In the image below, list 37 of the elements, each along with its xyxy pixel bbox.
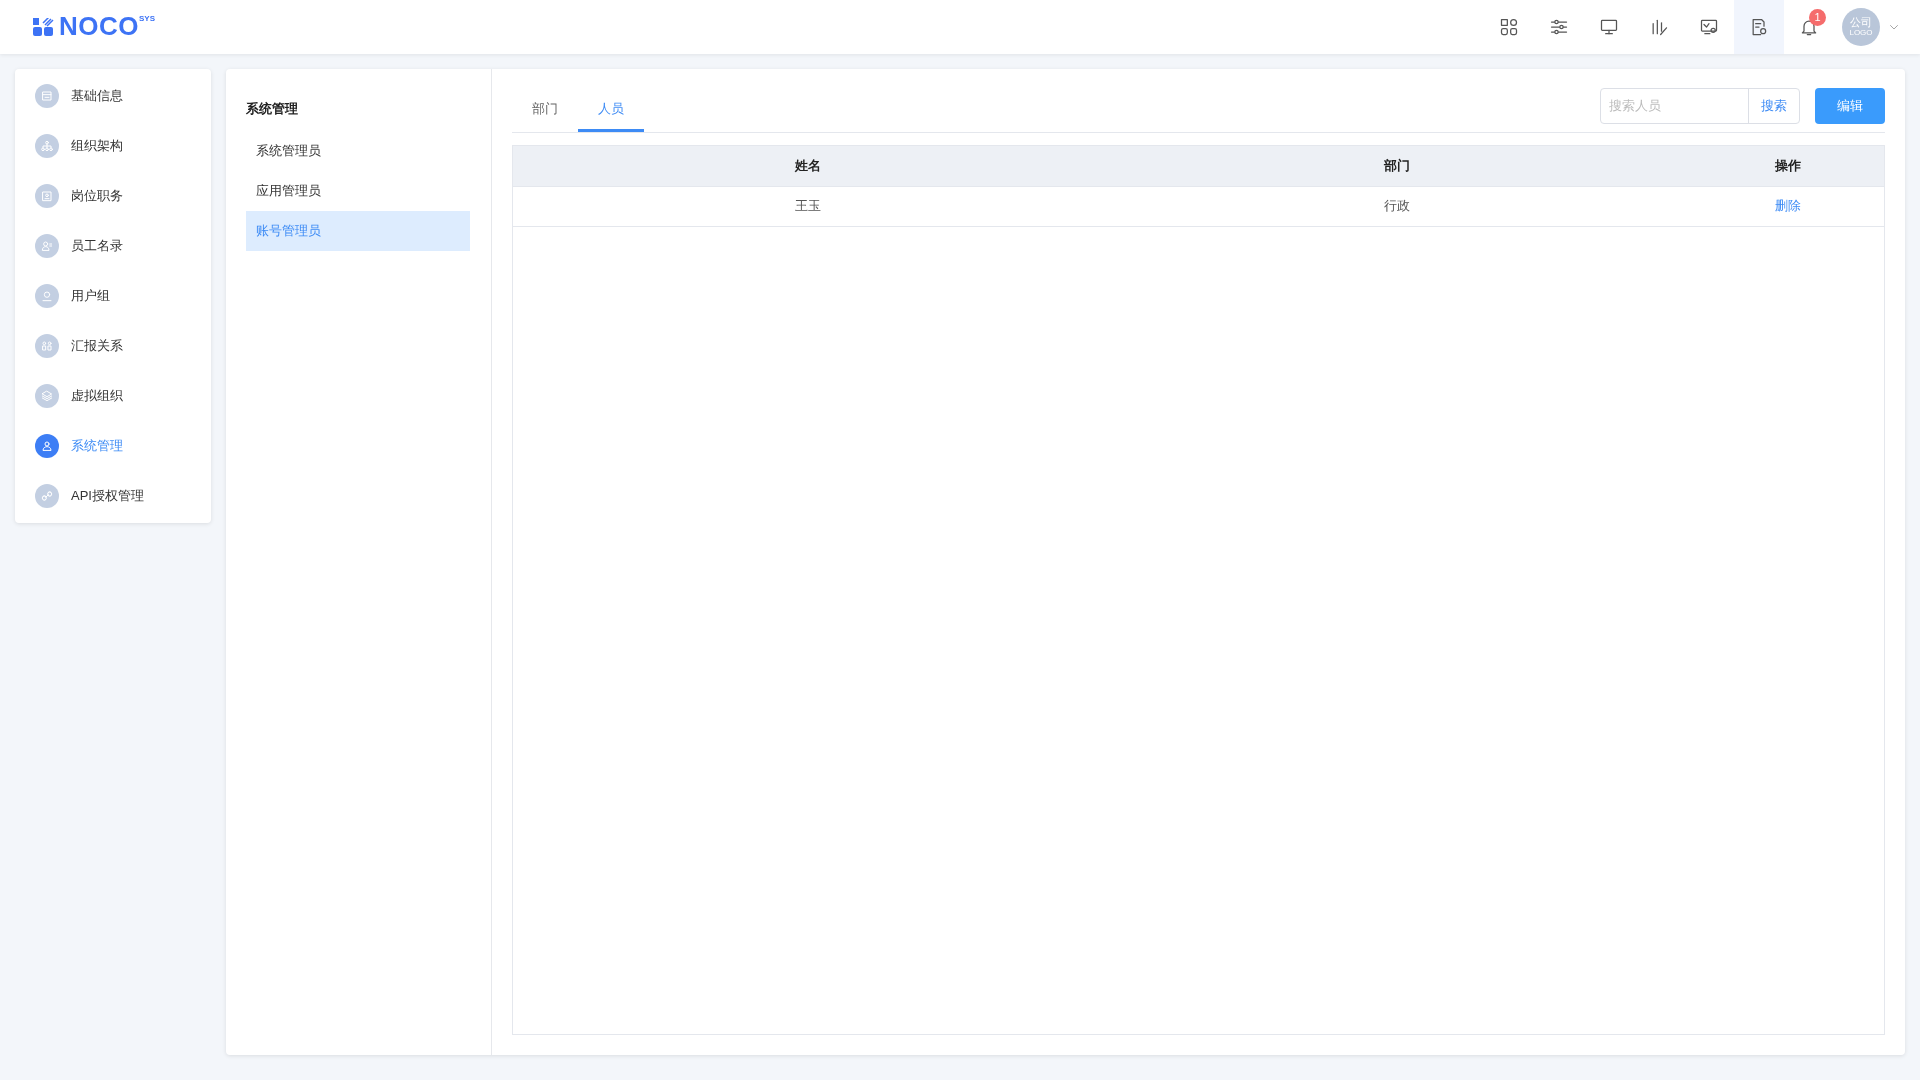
tab[interactable]: 人员 (578, 88, 644, 132)
logo-mark-icon (33, 18, 55, 36)
sidebar-item[interactable]: 员工名录 (15, 221, 211, 271)
layers-icon (39, 388, 55, 404)
sidebar-item[interactable]: API授权管理 (15, 471, 211, 521)
subnav-item[interactable]: 应用管理员 (246, 170, 470, 211)
section-title: 系统管理 (246, 100, 299, 118)
delete-link[interactable]: 删除 (1775, 198, 1801, 214)
contact-list-icon (39, 238, 55, 254)
id-card-icon (39, 188, 55, 204)
sliders-icon (1549, 17, 1569, 37)
sidebar-item[interactable]: 系统管理 (15, 421, 211, 471)
monitor-gear-icon (1699, 17, 1719, 37)
table-cell: 王玉 (513, 186, 1103, 226)
users-icon (39, 438, 55, 454)
link-icon (39, 488, 55, 504)
column-header: 操作 (1692, 146, 1884, 186)
toolbar-button[interactable] (1734, 0, 1784, 54)
user-icon (39, 288, 55, 304)
sidebar-item[interactable]: 用户组 (15, 271, 211, 321)
sidebar-item[interactable]: 汇报关系 (15, 321, 211, 371)
subnav-item[interactable]: 系统管理员 (246, 130, 470, 171)
sidebar-item[interactable]: 组织架构 (15, 121, 211, 171)
column-header: 部门 (1102, 146, 1693, 186)
tab[interactable]: 部门 (512, 88, 578, 132)
sidebar-item[interactable]: 基础信息 (15, 71, 211, 121)
column-header: 姓名 (513, 146, 1103, 186)
notification-count: 1 (1809, 9, 1826, 26)
monitor-icon (1599, 17, 1619, 37)
apps-icon (1499, 17, 1519, 37)
search-box[interactable]: 搜索人员 搜索 (1600, 88, 1800, 124)
sidebar-item[interactable]: 虚拟组织 (15, 371, 211, 421)
people-icon (39, 338, 55, 354)
search-button[interactable]: 搜索 (1749, 89, 1799, 123)
org-chart-icon (39, 138, 55, 154)
sidebar-item[interactable]: 岗位职务 (15, 171, 211, 221)
table-cell: 行政 (1102, 186, 1693, 226)
